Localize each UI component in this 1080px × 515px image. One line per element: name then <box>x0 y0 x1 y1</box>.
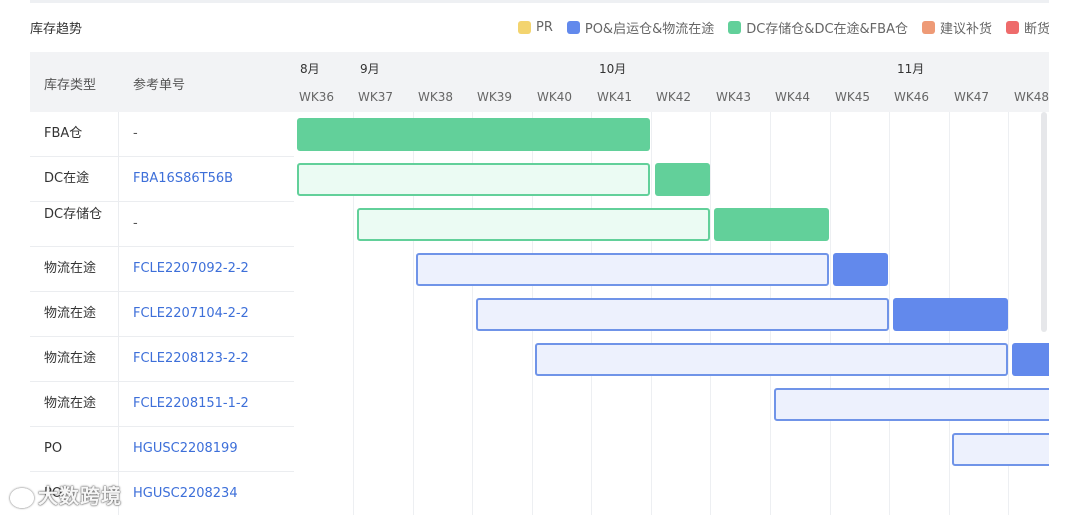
legend-swatch-po-transit <box>566 21 580 34</box>
legend-item-dc-fba[interactable]: DC存储仓&DC在途&FBA仓 <box>728 18 908 37</box>
row-type: DC在途 <box>44 171 90 186</box>
week-label: WK37 <box>358 90 394 104</box>
watermark-logo-icon <box>10 487 34 508</box>
row-ref-link[interactable]: HGUSC2208199 <box>133 440 238 458</box>
row-type: 物流在途 <box>44 396 97 411</box>
legend-item-restock[interactable]: 建议补货 <box>921 18 992 37</box>
week-label: WK43 <box>716 90 752 104</box>
legend-label-stockout: 断货 <box>1023 22 1050 37</box>
legend-label-pr: PR <box>535 20 553 35</box>
table-row[interactable]: 物流在途 FCLE2208123-2-2 <box>30 337 294 382</box>
month-label: 8月 <box>300 62 320 76</box>
row-type: DC存储仓 <box>44 207 103 222</box>
row-ref: - <box>133 126 138 141</box>
table-row[interactable]: DC存储仓 - <box>30 202 294 247</box>
month-label: 11月 <box>897 62 925 76</box>
legend-label-po-transit: PO&启运仓&物流在途 <box>584 22 715 37</box>
gantt-bar-transit-1-end[interactable] <box>833 253 888 286</box>
week-label: WK48 <box>1014 90 1050 104</box>
row-type: 物流在途 <box>44 306 97 321</box>
cell-divider <box>118 157 119 201</box>
gantt-bar-transit-2[interactable] <box>476 298 889 331</box>
legend-item-pr[interactable]: PR <box>517 20 553 35</box>
column-header-ref: 参考单号 <box>133 78 186 93</box>
legend-swatch-stockout <box>1005 21 1019 34</box>
table-row[interactable]: 物流在途 FCLE2208151-1-2 <box>30 382 294 427</box>
gantt-bar-po-1[interactable] <box>952 433 1050 466</box>
gantt-bar-transit-2-end[interactable] <box>893 298 1008 331</box>
row-type: 物流在途 <box>44 351 97 366</box>
gantt-bar-dc-transit[interactable] <box>297 163 650 196</box>
chart-header: 库存趋势 PR PO&启运仓&物流在途 DC存储仓&DC在途&FBA仓 建议补货… <box>30 14 1050 42</box>
cell-divider <box>118 292 119 336</box>
cell-divider <box>118 112 119 156</box>
gantt-bar-transit-3[interactable] <box>535 343 1008 376</box>
table-row[interactable]: DC在途 FBA16S86T56B <box>30 157 294 202</box>
cell-divider <box>118 427 119 471</box>
week-label: WK40 <box>537 90 573 104</box>
gantt-bar-dc-transit-end[interactable] <box>655 163 710 196</box>
right-margin <box>1049 0 1080 515</box>
table-row[interactable]: PO HGUSC2208199 <box>30 427 294 472</box>
table-row[interactable]: FBA仓 - <box>30 112 294 157</box>
legend-label-restock: 建议补货 <box>939 22 992 37</box>
month-label: 9月 <box>360 62 380 76</box>
top-divider <box>30 0 1050 3</box>
inventory-gantt-table: 库存类型 参考单号 8月 9月 10月 11月 WK36 WK37 WK38 W… <box>30 52 1050 515</box>
watermark: 大数跨境 <box>10 480 122 509</box>
table-row[interactable]: 物流在途 FCLE2207104-2-2 <box>30 292 294 337</box>
row-ref: - <box>133 216 138 231</box>
column-header-type: 库存类型 <box>44 78 97 93</box>
watermark-text: 大数跨境 <box>38 484 122 508</box>
month-label: 10月 <box>599 62 627 76</box>
timeline-header: 8月 9月 10月 11月 WK36 WK37 WK38 WK39 WK40 W… <box>294 52 1050 112</box>
week-label: WK47 <box>954 90 990 104</box>
table-row[interactable]: 物流在途 FCLE2207092-2-2 <box>30 247 294 292</box>
row-ref-link[interactable]: FCLE2207104-2-2 <box>133 305 249 323</box>
cell-divider <box>118 247 119 291</box>
section-title: 库存趋势 <box>30 22 83 37</box>
gantt-bar-dc-storage[interactable] <box>357 208 710 241</box>
legend-swatch-restock <box>921 21 935 34</box>
gantt-bar-transit-4[interactable] <box>774 388 1050 421</box>
cell-divider <box>118 382 119 426</box>
row-ref-link[interactable]: FCLE2208123-2-2 <box>133 350 249 368</box>
gantt-bar-dc-storage-end[interactable] <box>714 208 829 241</box>
legend-item-po-transit[interactable]: PO&启运仓&物流在途 <box>566 18 715 37</box>
week-label: WK39 <box>477 90 513 104</box>
row-ref-link[interactable]: FBA16S86T56B <box>133 170 233 188</box>
row-ref-link[interactable]: FCLE2208151-1-2 <box>133 395 249 413</box>
gantt-bar-transit-3-end[interactable] <box>1012 343 1050 376</box>
vertical-scrollbar[interactable] <box>1041 112 1047 332</box>
week-label: WK46 <box>894 90 930 104</box>
week-label: WK45 <box>835 90 871 104</box>
row-type: PO <box>44 441 63 456</box>
row-type: 物流在途 <box>44 261 97 276</box>
week-label: WK36 <box>299 90 335 104</box>
legend-swatch-dc-fba <box>728 21 742 34</box>
table-header-left: 库存类型 参考单号 <box>30 52 294 112</box>
cell-divider <box>118 202 119 246</box>
week-label: WK38 <box>418 90 454 104</box>
row-type: FBA仓 <box>44 126 83 141</box>
grid-line <box>889 112 890 515</box>
row-ref-link[interactable]: FCLE2207092-2-2 <box>133 260 249 278</box>
legend-label-dc-fba: DC存储仓&DC在途&FBA仓 <box>746 22 908 37</box>
gantt-bar-fba[interactable] <box>297 118 650 151</box>
legend-item-stockout[interactable]: 断货 <box>1005 18 1050 37</box>
gantt-bar-transit-1[interactable] <box>416 253 829 286</box>
legend: PR PO&启运仓&物流在途 DC存储仓&DC在途&FBA仓 建议补货 断货 <box>517 18 1050 37</box>
week-label: WK44 <box>775 90 811 104</box>
week-label: WK42 <box>656 90 692 104</box>
week-label: WK41 <box>597 90 633 104</box>
cell-divider <box>118 337 119 381</box>
row-ref-link[interactable]: HGUSC2208234 <box>133 485 238 503</box>
legend-swatch-pr <box>517 21 531 34</box>
